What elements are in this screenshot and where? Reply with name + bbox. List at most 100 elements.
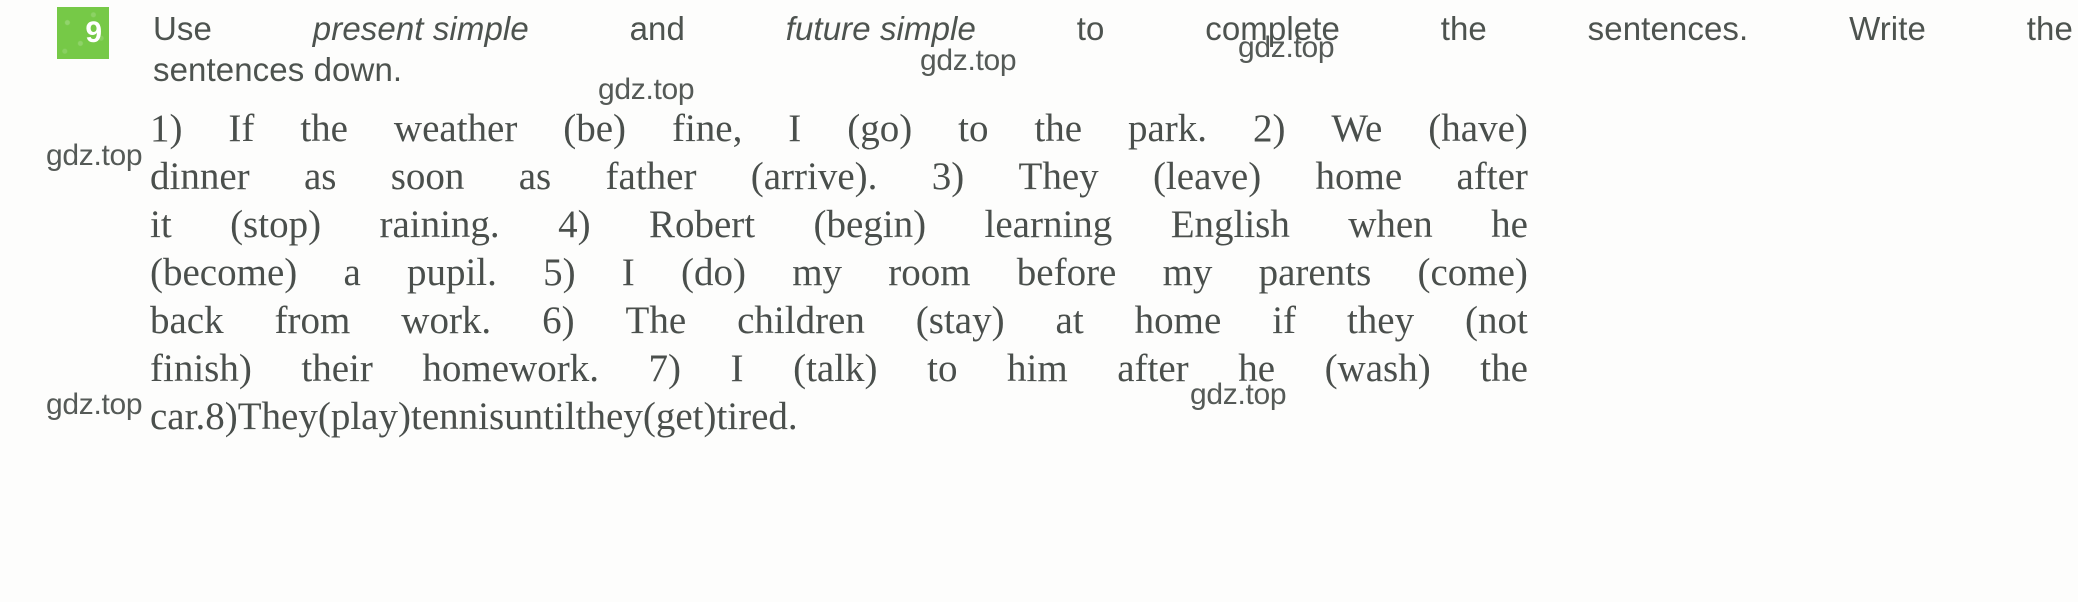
word: I [788, 107, 802, 150]
word: home [1315, 155, 1403, 198]
word: children [737, 299, 865, 342]
word: homework. [422, 347, 599, 390]
word: tennis [410, 395, 505, 438]
word: the [1480, 347, 1528, 390]
instruction-word: Use [153, 10, 212, 47]
word: (become) [150, 251, 298, 294]
instruction-word: the [1440, 10, 1487, 47]
exercise-number-badge: 9 [57, 7, 109, 59]
word: him [1007, 347, 1068, 390]
word: 8) [205, 395, 238, 438]
word: before [1016, 251, 1117, 294]
word: weather [393, 107, 518, 150]
word: The [625, 299, 687, 342]
sentence-line: back from work. 6) The children (stay) a… [150, 297, 1528, 345]
word: 6) [542, 299, 575, 342]
word: from [274, 299, 351, 342]
sentence-line: (become) a pupil. 5) I (do) my room befo… [150, 249, 1528, 297]
word: to [958, 107, 989, 150]
sentence-line: 1) If the weather (be) fine, I (go) to t… [150, 105, 1528, 153]
word: English [1170, 203, 1290, 246]
sentence-line: car. 8) They (play) tennis until they (g… [150, 393, 1528, 441]
instruction-word: to [1076, 10, 1105, 47]
word: 3) [931, 155, 965, 198]
word: car. [150, 395, 206, 438]
word: (get) [642, 395, 717, 438]
word: (stay) [915, 299, 1005, 342]
instruction-word: complete [1205, 10, 1340, 47]
exercise-number: 9 [85, 16, 102, 49]
word: father [605, 155, 697, 198]
word: they [575, 395, 643, 438]
word: (begin) [813, 203, 927, 246]
instruction-word: Write [1849, 10, 1926, 47]
word: (go) [847, 107, 913, 150]
watermark: gdz.top [46, 388, 143, 421]
word: (talk) [793, 347, 878, 390]
word: 4) [558, 203, 591, 246]
word: they [1346, 299, 1415, 342]
word: I [730, 347, 744, 390]
instruction-line-2: sentences down. [153, 51, 403, 88]
word: to [927, 347, 958, 390]
word: my [792, 251, 843, 294]
word: work. [401, 299, 492, 342]
word: (not [1465, 299, 1528, 342]
word: if [1272, 299, 1297, 342]
word: parents [1258, 251, 1372, 294]
word: (be) [563, 107, 627, 150]
word: their [301, 347, 373, 390]
page-canvas: 9 Use present simple and future simple t… [0, 0, 2078, 602]
word: (leave) [1152, 155, 1262, 198]
word: tired. [716, 395, 798, 438]
word: They [237, 395, 318, 438]
word: (come) [1417, 251, 1528, 294]
word: (play) [317, 395, 411, 438]
word: a [343, 251, 361, 294]
word: when [1348, 203, 1433, 246]
instruction-line-1: Use present simple and future simple to … [153, 8, 2073, 49]
word: the [1034, 107, 1083, 150]
word: as [303, 155, 337, 198]
word: pupil. [406, 251, 497, 294]
word: my [1162, 251, 1213, 294]
instruction-word-italic: present simple [312, 10, 529, 47]
word: (stop) [230, 203, 322, 246]
sentences-block: 1) If the weather (be) fine, I (go) to t… [150, 105, 1528, 441]
word: 7) [648, 347, 682, 390]
sentence-line: it (stop) raining. 4) Robert (begin) lea… [150, 201, 1528, 249]
word: he [1491, 203, 1528, 246]
word: it [150, 203, 172, 246]
word: (do) [681, 251, 746, 294]
instruction-word: and [629, 10, 685, 47]
word: If [228, 107, 255, 150]
word: room [888, 251, 971, 294]
word: We [1331, 107, 1383, 150]
word: until [504, 395, 576, 438]
word: 5) [543, 251, 576, 294]
word: 1) [150, 107, 183, 150]
word: park. [1127, 107, 1208, 150]
word: he [1238, 347, 1276, 390]
sentence-line: dinner as soon as father (arrive). 3) Th… [150, 153, 1528, 201]
word: I [621, 251, 635, 294]
word: learning [984, 203, 1113, 246]
word: They [1018, 155, 1099, 198]
word: at [1055, 299, 1084, 342]
instruction-text: Use present simple and future simple to … [153, 8, 2073, 90]
word: back [150, 299, 224, 342]
watermark: gdz.top [46, 139, 143, 172]
word: (wash) [1324, 347, 1431, 390]
instruction-word-italic: future simple [785, 10, 976, 47]
word: dinner [150, 155, 250, 198]
word: after [1117, 347, 1189, 390]
sentence-line: finish) their homework. 7) I (talk) to h… [150, 345, 1528, 393]
word: 2) [1252, 107, 1286, 150]
word: finish) [150, 347, 252, 390]
word: raining. [379, 203, 500, 246]
word: Robert [648, 203, 756, 246]
word: soon [390, 155, 465, 198]
word: fine, [671, 107, 743, 150]
instruction-word: sentences. [1587, 10, 1749, 47]
word: after [1456, 155, 1528, 198]
